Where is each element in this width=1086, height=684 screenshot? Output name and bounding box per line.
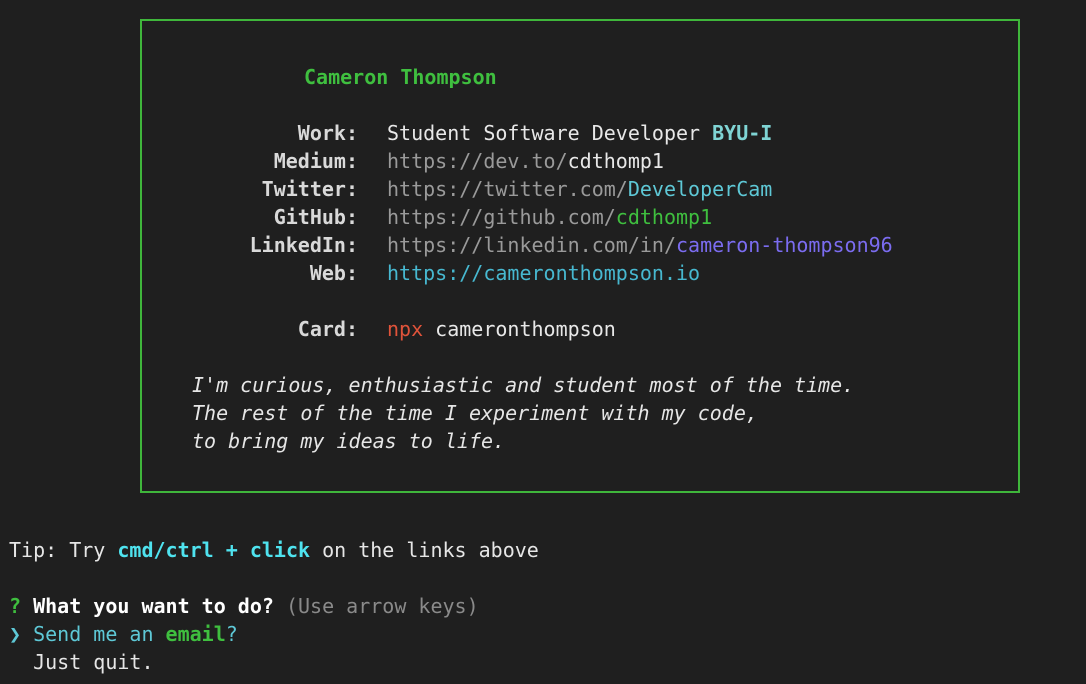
value-work: Student Software Developer BYU-I — [387, 119, 772, 147]
link-linkedin[interactable]: https://linkedin.com/in/cameron-thompson… — [387, 231, 893, 259]
option-quit-text: Just quit. — [33, 650, 154, 674]
link-twitter[interactable]: https://twitter.com/DeveloperCam — [387, 175, 772, 203]
label-twitter: Twitter: — [261, 177, 358, 201]
bio-line-2: The rest of the time I experiment with m… — [192, 401, 758, 425]
tip-prefix: Tip: Try — [9, 538, 118, 562]
link-medium[interactable]: https://dev.to/cdthomp1 — [387, 147, 664, 175]
twitter-handle: DeveloperCam — [627, 177, 773, 201]
linkedin-url-base: https://linkedin.com/in/ — [387, 233, 676, 257]
option-email-text-c: ? — [225, 622, 238, 646]
label-card: Card: — [297, 317, 358, 341]
npx-command: npx — [387, 317, 424, 341]
terminal-window: Cameron Thompson Work: Student Software … — [0, 0, 1086, 684]
business-card-box: Cameron Thompson Work: Student Software … — [140, 19, 1020, 493]
bio-line-3: to bring my ideas to life. — [192, 429, 506, 453]
menu-option-email[interactable]: ❯ Send me an email? — [9, 620, 238, 648]
link-github[interactable]: https://github.com/cdthomp1 — [387, 203, 712, 231]
npx-package: cameronthompson — [423, 317, 616, 341]
github-handle: cdthomp1 — [615, 205, 713, 229]
prompt-hint: (Use arrow keys) — [285, 594, 479, 618]
option-email-text-a: Send me an — [33, 622, 166, 646]
tip-suffix: on the links above — [310, 538, 539, 562]
prompt-question-line: ? What you want to do? (Use arrow keys) — [9, 592, 479, 620]
label-github: GitHub: — [273, 205, 358, 229]
card-name: Cameron Thompson — [304, 65, 497, 89]
card-command: npx cameronthompson — [387, 315, 616, 343]
question-mark-icon: ? — [9, 594, 22, 618]
work-title: Student Software Developer — [387, 121, 713, 145]
twitter-url-base: https://twitter.com/ — [387, 177, 628, 201]
tip-keys: cmd/ctrl + click — [117, 538, 311, 562]
label-work: Work: — [297, 121, 358, 145]
work-org: BYU-I — [712, 121, 773, 145]
medium-handle: cdthomp1 — [567, 149, 664, 173]
linkedin-handle: cameron-thompson96 — [675, 233, 893, 257]
label-medium: Medium: — [273, 149, 358, 173]
menu-option-quit[interactable]: Just quit. — [9, 648, 154, 676]
bio-line-1: I'm curious, enthusiastic and student mo… — [192, 373, 855, 397]
option-email-keyword: email — [165, 622, 226, 646]
link-web[interactable]: https://cameronthompson.io — [387, 259, 700, 287]
medium-url-base: https://dev.to/ — [387, 149, 568, 173]
label-web: Web: — [309, 261, 358, 285]
label-linkedin: LinkedIn: — [249, 233, 358, 257]
web-url: https://cameronthompson.io — [387, 261, 701, 285]
prompt-question: What you want to do? — [33, 594, 274, 618]
github-url-base: https://github.com/ — [387, 205, 616, 229]
pointer-icon: ❯ — [9, 622, 22, 646]
tip-line: Tip: Try cmd/ctrl + click on the links a… — [9, 536, 539, 564]
